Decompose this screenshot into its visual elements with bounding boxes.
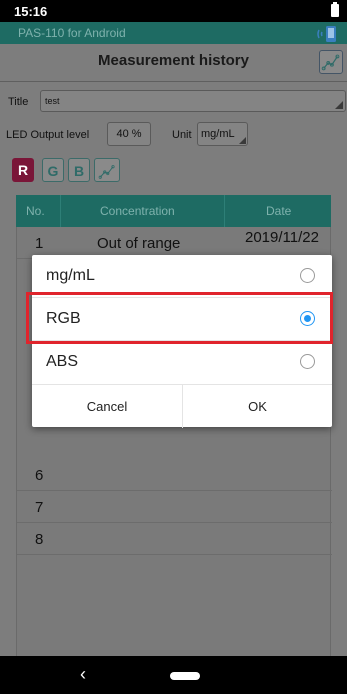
led-output-label: LED Output level: [6, 129, 90, 141]
ok-button[interactable]: OK: [182, 385, 332, 428]
radio-button[interactable]: [300, 354, 315, 369]
table-row[interactable]: 8: [17, 523, 332, 555]
radio-button[interactable]: [300, 268, 315, 283]
row-number: 7: [35, 499, 44, 516]
unit-select-value: mg/mL: [201, 128, 235, 140]
led-output-field[interactable]: 40 %: [107, 122, 151, 146]
option-label: mg/mL: [46, 267, 95, 284]
option-label: RGB: [46, 310, 81, 327]
status-time: 15:16: [14, 4, 48, 19]
unit-option-rgb[interactable]: RGB: [32, 298, 332, 340]
unit-dialog: mg/mL RGB ABS Cancel OK: [32, 255, 332, 428]
column-header-no: No.: [26, 204, 45, 218]
row-concentration: Out of range: [97, 235, 181, 252]
column-header-date: Date: [266, 204, 292, 218]
title-field-value: test: [45, 96, 60, 106]
channel-r-button[interactable]: R: [12, 158, 34, 182]
dialog-buttons: Cancel OK: [32, 384, 332, 428]
chart-icon[interactable]: [94, 158, 120, 182]
unit-label: Unit: [172, 129, 192, 141]
channel-b-button[interactable]: B: [68, 158, 90, 182]
column-divider: [60, 195, 61, 227]
row-number: 1: [35, 235, 44, 252]
home-icon[interactable]: [170, 672, 200, 680]
channel-g-button[interactable]: G: [42, 158, 64, 182]
dropdown-corner-icon: [335, 101, 343, 109]
radio-button-selected[interactable]: [300, 311, 315, 326]
bluetooth-phone-icon[interactable]: [317, 24, 339, 44]
title-field-label: Title: [8, 96, 29, 108]
row-number: 6: [35, 467, 44, 484]
nav-bar: ‹: [0, 656, 347, 694]
table-row[interactable]: 7: [17, 491, 332, 523]
column-divider: [224, 195, 225, 227]
battery-icon: [331, 2, 339, 17]
page-title: Measurement history: [98, 52, 249, 69]
dropdown-corner-icon: [239, 137, 246, 144]
app-name: PAS-110 for Android: [18, 26, 126, 40]
table-header: No. Concentration Date: [16, 195, 331, 227]
row-date: 2019/11/22: [245, 229, 319, 246]
back-icon[interactable]: ‹: [80, 664, 86, 685]
unit-select[interactable]: mg/mL: [197, 122, 248, 146]
unit-option-mg-ml[interactable]: mg/mL: [32, 255, 332, 297]
divider: [0, 81, 347, 82]
unit-option-abs[interactable]: ABS: [32, 341, 332, 383]
row-number: 8: [35, 531, 44, 548]
title-field[interactable]: test: [40, 90, 346, 112]
status-bar: 15:16: [0, 0, 347, 22]
option-label: ABS: [46, 353, 79, 370]
app-bar: PAS-110 for Android: [0, 22, 347, 44]
cancel-button[interactable]: Cancel: [32, 385, 182, 428]
column-header-concentration: Concentration: [100, 204, 175, 218]
graph-button[interactable]: [319, 50, 343, 74]
table-row[interactable]: 6: [17, 459, 332, 491]
